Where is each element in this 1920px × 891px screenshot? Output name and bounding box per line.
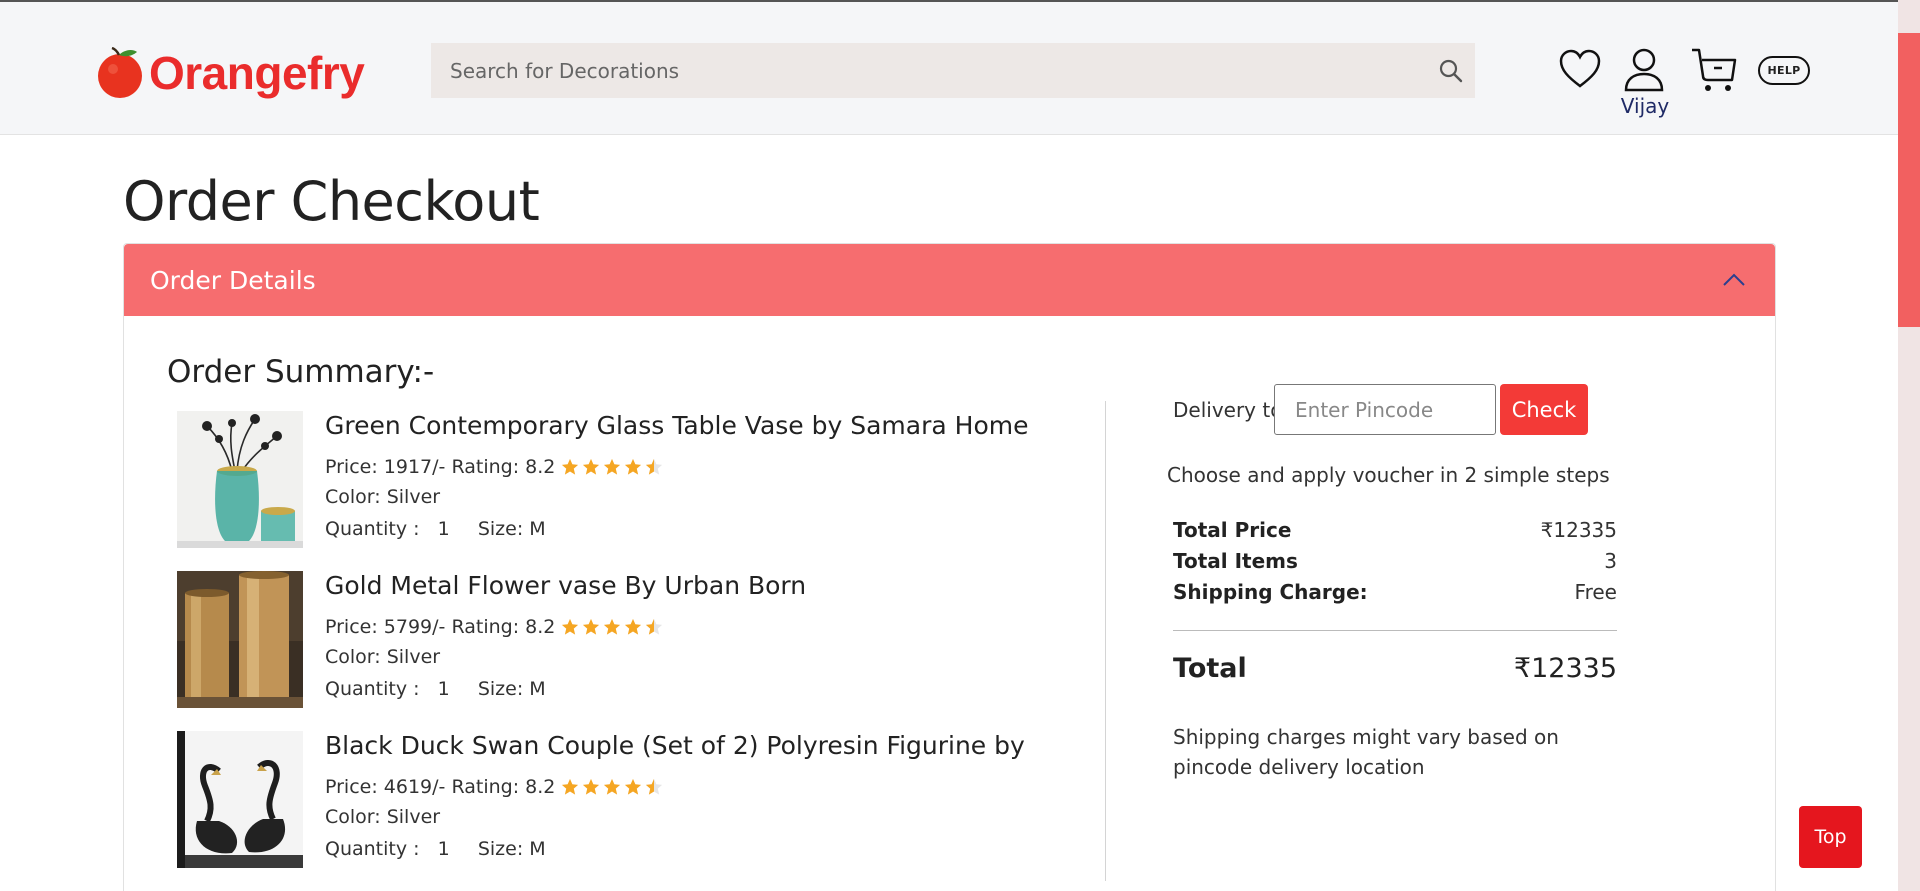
star-icon bbox=[562, 778, 579, 795]
voucher-info: Choose and apply voucher in 2 simple ste… bbox=[1167, 463, 1610, 487]
product-price-rating: Price: 5799/- Rating: 8.2 bbox=[325, 616, 663, 638]
grand-total-label: Total bbox=[1173, 653, 1247, 684]
star-half-icon bbox=[646, 618, 663, 635]
product-color: Color: Silver bbox=[325, 806, 441, 828]
delivery-label: Delivery to bbox=[1173, 398, 1283, 422]
shipping-charge-value: Free bbox=[1574, 580, 1617, 604]
star-icon bbox=[583, 458, 600, 475]
column-divider bbox=[1105, 401, 1106, 881]
cart-icon[interactable] bbox=[1690, 46, 1738, 94]
product-name[interactable]: Gold Metal Flower vase By Urban Born bbox=[325, 571, 806, 600]
star-icon bbox=[583, 618, 600, 635]
grand-total-row: Total ₹12335 bbox=[1173, 653, 1617, 684]
product-color: Color: Silver bbox=[325, 646, 441, 668]
product-price-rating: Price: 4619/- Rating: 8.2 bbox=[325, 776, 663, 798]
product-quantity-size: Quantity : 1 Size: M bbox=[325, 838, 546, 860]
star-icon bbox=[604, 458, 621, 475]
shipping-charge-row: Shipping Charge: Free bbox=[1173, 580, 1617, 604]
star-icon bbox=[583, 778, 600, 795]
order-details-title: Order Details bbox=[150, 265, 316, 295]
brand-name: Orangefry bbox=[149, 47, 365, 99]
product-size: Size: M bbox=[477, 678, 546, 700]
check-pincode-button[interactable]: Check bbox=[1500, 384, 1588, 435]
scrollbar-thumb[interactable] bbox=[1898, 33, 1920, 327]
product-name[interactable]: Black Duck Swan Couple (Set of 2) Polyre… bbox=[325, 731, 1025, 760]
product-image[interactable] bbox=[177, 571, 303, 708]
shipping-charge-label: Shipping Charge: bbox=[1173, 580, 1368, 604]
brand-logo[interactable]: Orangefry bbox=[95, 46, 365, 100]
star-half-icon bbox=[646, 458, 663, 475]
star-icon bbox=[562, 458, 579, 475]
star-icon bbox=[625, 618, 642, 635]
site-header: Orangefry Vijay HELP bbox=[0, 0, 1898, 135]
total-items-row: Total Items 3 bbox=[1173, 549, 1617, 573]
star-icon bbox=[604, 778, 621, 795]
order-item: Black Duck Swan Couple (Set of 2) Polyre… bbox=[177, 731, 1077, 871]
product-quantity: Quantity : 1 bbox=[325, 518, 450, 540]
product-name[interactable]: Green Contemporary Glass Table Vase by S… bbox=[325, 411, 1028, 440]
page-title: Order Checkout bbox=[123, 170, 540, 233]
star-icon bbox=[562, 618, 579, 635]
shipping-note: Shipping charges might vary based on pin… bbox=[1173, 725, 1559, 779]
page-scrollbar[interactable] bbox=[1898, 0, 1920, 891]
price-rating-text: Price: 1917/- Rating: 8.2 bbox=[325, 456, 556, 478]
star-icon bbox=[625, 458, 642, 475]
total-items-label: Total Items bbox=[1173, 549, 1298, 573]
total-price-value: ₹12335 bbox=[1540, 518, 1617, 542]
star-icon bbox=[604, 618, 621, 635]
rating-stars bbox=[561, 458, 663, 476]
product-color: Color: Silver bbox=[325, 486, 441, 508]
product-quantity: Quantity : 1 bbox=[325, 678, 450, 700]
order-details-header[interactable]: Order Details bbox=[124, 244, 1775, 316]
product-quantity: Quantity : 1 bbox=[325, 838, 450, 860]
product-image[interactable] bbox=[177, 411, 303, 548]
heart-icon[interactable] bbox=[1558, 48, 1602, 90]
order-item: Gold Metal Flower vase By Urban Born Pri… bbox=[177, 571, 1077, 711]
rating-stars bbox=[561, 618, 663, 636]
product-image[interactable] bbox=[177, 731, 303, 868]
pincode-input[interactable] bbox=[1274, 384, 1496, 435]
star-half-icon bbox=[646, 778, 663, 795]
total-price-row: Total Price ₹12335 bbox=[1173, 518, 1617, 542]
rating-stars bbox=[561, 778, 663, 796]
total-price-label: Total Price bbox=[1173, 518, 1292, 542]
total-items-value: 3 bbox=[1604, 549, 1617, 573]
order-summary-title: Order Summary:- bbox=[167, 354, 435, 390]
chevron-up-icon[interactable] bbox=[1719, 268, 1749, 292]
user-account-icon[interactable] bbox=[1622, 48, 1666, 92]
star-icon bbox=[625, 778, 642, 795]
search-icon[interactable] bbox=[1431, 58, 1471, 84]
product-quantity-size: Quantity : 1 Size: M bbox=[325, 678, 546, 700]
product-price-rating: Price: 1917/- Rating: 8.2 bbox=[325, 456, 663, 478]
search-input[interactable] bbox=[431, 43, 1431, 98]
price-rating-text: Price: 4619/- Rating: 8.2 bbox=[325, 776, 556, 798]
account-name[interactable]: Vijay bbox=[1610, 94, 1680, 118]
product-quantity-size: Quantity : 1 Size: M bbox=[325, 518, 546, 540]
scroll-to-top-button[interactable]: Top bbox=[1799, 806, 1862, 868]
orange-fruit-icon bbox=[98, 47, 142, 98]
help-button[interactable]: HELP bbox=[1758, 56, 1810, 85]
price-rating-text: Price: 5799/- Rating: 8.2 bbox=[325, 616, 556, 638]
product-size: Size: M bbox=[477, 518, 546, 540]
order-item: Green Contemporary Glass Table Vase by S… bbox=[177, 411, 1077, 551]
grand-total-value: ₹12335 bbox=[1513, 653, 1617, 684]
search-bar bbox=[431, 43, 1475, 98]
summary-divider bbox=[1173, 630, 1617, 631]
product-size: Size: M bbox=[477, 838, 546, 860]
